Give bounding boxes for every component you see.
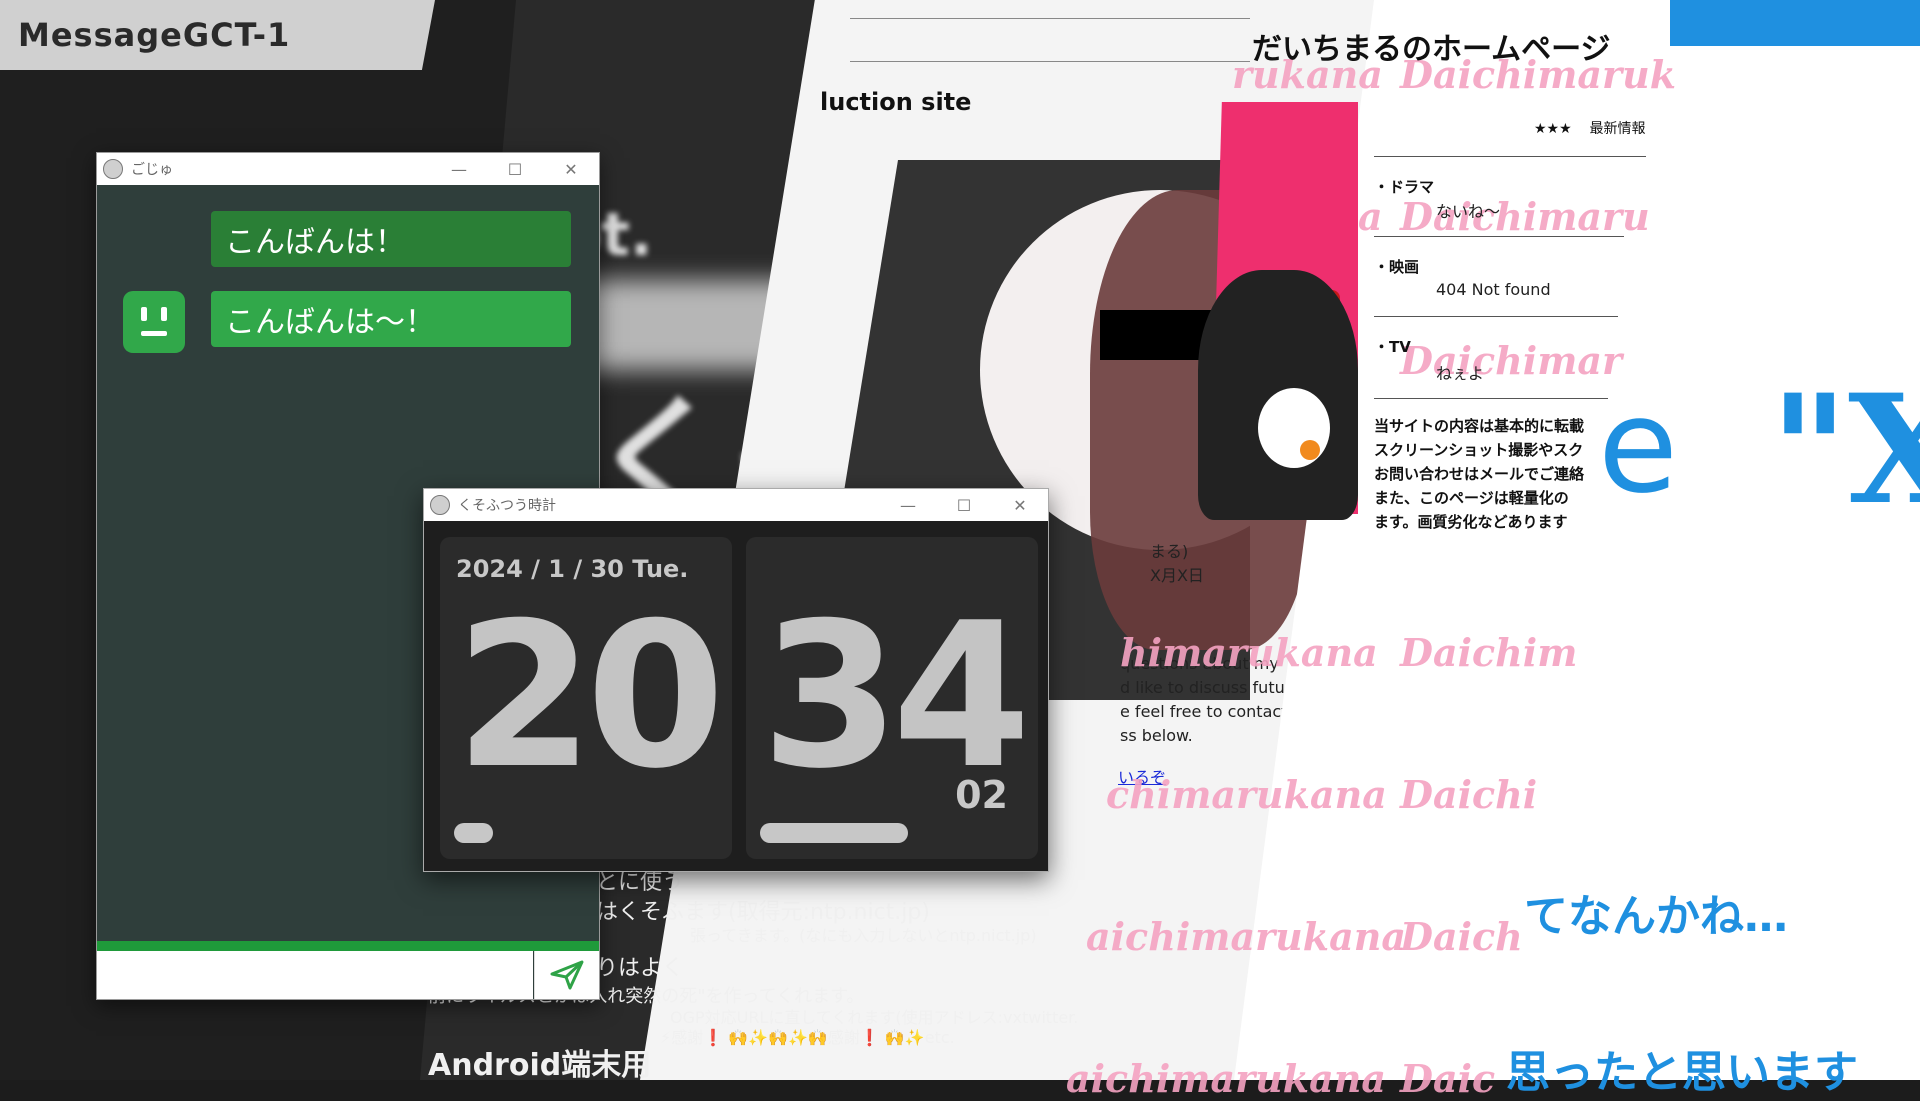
slide-caption-2: 思ったと思います [1506,1047,1858,1098]
divider [1374,236,1624,237]
hour-progress-track [454,823,714,843]
hour-progress-fill [454,823,493,843]
bg-text-line: りはよく [596,956,685,981]
clock-date: 2024 / 1 / 30 Tue. [456,555,689,583]
watermark-text: himarukana [1120,630,1378,675]
second-digits: 02 [955,773,1008,817]
watermark-text: a [1358,194,1383,239]
message-input[interactable] [97,951,533,999]
divider [1374,316,1618,317]
stars-rating: ★★★ 最新情報 [1534,118,1645,138]
clock-window-title: くそふつう時計 [458,498,556,514]
section-label-tv: ・TV [1374,338,1411,356]
divider [1374,398,1608,399]
notice-line: また、このページは軽量化の [1374,489,1569,507]
chat-titlebar[interactable]: ごじゅ — ☐ ✕ [97,153,599,185]
window-controls: — ☐ ✕ [880,489,1048,521]
window-controls: — ☐ ✕ [431,153,599,185]
stars-text: ★★★ [1534,121,1572,137]
bot-mouth [141,331,167,336]
close-button[interactable]: ✕ [992,489,1048,521]
watermark-text: aichimarukana [1066,1056,1386,1101]
section-label-drama: ・ドラマ [1374,178,1435,196]
bot-avatar-icon [123,291,185,353]
minute-card: 34 02 [746,537,1038,859]
bot-eye-left [141,307,147,321]
site-header-line [850,18,1250,62]
minute-progress-fill [760,823,909,843]
watermark-text: Daic [1400,1056,1496,1101]
watermark-text: chimarukana [1106,772,1387,817]
notice-line: 当サイトの内容は基本的に転載 [1374,417,1585,435]
send-icon [550,960,584,990]
close-button[interactable]: ✕ [543,153,599,185]
bot-message: こんばんは～！ [211,291,571,347]
poster-beak [1300,440,1320,460]
bot-eye-right [161,307,167,321]
notice-line: スクリーンショット撮影やスク [1374,441,1584,459]
minute-progress-track [760,823,1020,843]
watermark-text: Daichim [1400,630,1578,675]
app-label: MessageGCT-1 [18,16,291,54]
app-icon [430,495,450,515]
watermark-text: Daichi [1400,772,1538,817]
bg-heading: Android端末用 [428,1048,652,1083]
bg-text-line: ⚡感謝❗ 🙌✨🙌✨🙌感謝❗ 🙌✨etc. [660,1028,955,1047]
homepage-title: だいちまるのホームページ [1252,32,1611,67]
app-icon [103,159,123,179]
hour-digits: 20 [454,580,725,813]
clock-window: くそふつう時計 — ☐ ✕ 2024 / 1 / 30 Tue. 20 34 0… [423,488,1049,872]
input-accent-bar [97,941,599,951]
chat-window-title: ごじゅ [131,162,173,178]
section-label-movie: ・映画 [1374,258,1420,276]
section-value-movie: 404 Not found [1436,280,1551,299]
watermark-text: Daichimar [1400,338,1623,383]
minimize-button[interactable]: — [431,153,487,185]
send-button[interactable] [534,951,599,999]
big-letter-e: e [1598,370,1678,522]
bg-text-line: 張ってきます。(なにも入力しないとntp.nict.jp) [690,926,1037,945]
site-meta-1: まる) [1150,542,1189,561]
maximize-button[interactable]: ☐ [936,489,992,521]
notice-line: ます。画質劣化などあります [1374,513,1568,531]
user-message: こんばんは！ [211,211,571,267]
hour-card: 2024 / 1 / 30 Tue. 20 [440,537,732,859]
latest-info-label: 最新情報 [1589,121,1646,137]
minute-digits: 34 [760,580,1031,813]
slide-caption-1: てなんかね… [1524,891,1788,942]
site-title: luction site [820,88,972,116]
top-blue-bar [1670,0,1920,46]
watermark-text: Daich [1400,914,1523,959]
poster-face [1258,388,1330,468]
clock-titlebar[interactable]: くそふつう時計 — ☐ ✕ [424,489,1048,521]
big-letter-x: "X [1770,362,1920,538]
section-value-drama: ないね～ [1436,202,1501,221]
site-meta-2: X月X日 [1150,566,1204,585]
site-notice: 当サイトの内容は基本的に転載 スクリーンショット撮影やスク お問い合わせはメール… [1374,414,1606,534]
watermark-text: aichimarukana [1086,914,1406,959]
divider [1374,156,1646,157]
notice-line: お問い合わせはメールでご連絡 [1374,465,1585,483]
minimize-button[interactable]: — [880,489,936,521]
section-value-tv: ねぇよ [1436,364,1485,383]
maximize-button[interactable]: ☐ [487,153,543,185]
